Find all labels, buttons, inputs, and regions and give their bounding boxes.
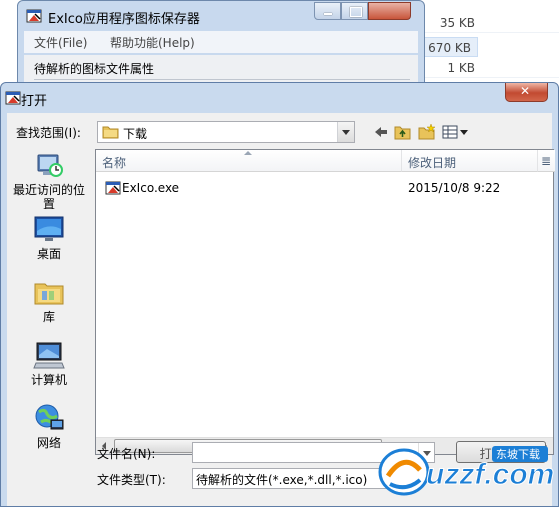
file-size: 35 KB bbox=[439, 16, 475, 30]
network-icon bbox=[35, 404, 64, 430]
exico-app-icon bbox=[5, 91, 21, 105]
look-in-label: 查找范围(I): bbox=[16, 126, 81, 140]
panel-label: 待解析的图标文件属性 bbox=[34, 62, 155, 76]
uzzf-watermark-logo: uzzf.com 东坡下载 bbox=[378, 446, 554, 496]
view-menu-icon[interactable] bbox=[441, 123, 469, 141]
app-window-title: ExIco应用程序图标保存器 bbox=[48, 12, 200, 27]
sort-ascending-icon bbox=[244, 151, 252, 155]
place-libraries[interactable]: 库 bbox=[9, 276, 89, 324]
place-recent[interactable]: 最近访问的位置 bbox=[9, 149, 89, 211]
divider bbox=[34, 79, 410, 80]
watermark-brand: uzzf.com bbox=[426, 458, 554, 491]
filetype-value: 待解析的文件(*.exe,*.dll,*.ico) bbox=[196, 473, 368, 487]
back-arrow-icon[interactable] bbox=[371, 123, 391, 141]
dialog-titlebar: 打开 bbox=[1, 83, 558, 113]
dialog-close-button[interactable] bbox=[505, 83, 548, 102]
menu-file[interactable]: 文件(File) bbox=[34, 34, 87, 51]
filename-label: 文件名(N): bbox=[97, 447, 156, 461]
place-label: 计算机 bbox=[30, 373, 67, 387]
chevron-down-icon[interactable] bbox=[337, 122, 354, 142]
place-network[interactable]: 网络 bbox=[9, 402, 89, 450]
exico-app-window: ExIco应用程序图标保存器 文件(File) 帮助功能(Help) 待解析的图… bbox=[17, 0, 425, 91]
exico-app-icon bbox=[105, 181, 121, 195]
folder-icon bbox=[102, 126, 119, 139]
background-row-selected: 670 KB bbox=[424, 37, 478, 57]
place-computer[interactable]: 计算机 bbox=[9, 339, 89, 387]
file-name: ExIco.exe bbox=[122, 181, 180, 195]
libraries-icon bbox=[34, 283, 64, 305]
column-header-date[interactable]: 修改日期 bbox=[402, 150, 538, 172]
column-header-more[interactable]: ≣ bbox=[538, 150, 555, 172]
background-row: 1 KB bbox=[424, 58, 559, 78]
app-menubar: 文件(File) 帮助功能(Help) bbox=[24, 31, 418, 53]
app-titlebar: ExIco应用程序图标保存器 bbox=[18, 1, 424, 29]
new-folder-icon[interactable] bbox=[417, 123, 437, 141]
file-date: 2015/10/8 9:22 bbox=[408, 181, 501, 195]
menu-help[interactable]: 帮助功能(Help) bbox=[110, 34, 195, 51]
place-label: 库 bbox=[42, 310, 55, 324]
filetype-select[interactable]: 待解析的文件(*.exe,*.dll,*.ico) bbox=[192, 468, 392, 489]
file-size: 1 KB bbox=[447, 61, 475, 75]
file-list: 名称 修改日期 ≣ ExIco.exe 2015/10/8 9:22 bbox=[95, 149, 555, 455]
watermark-badge: 东坡下载 bbox=[496, 448, 540, 461]
dialog-title: 打开 bbox=[21, 94, 48, 109]
filetype-label: 文件类型(T): bbox=[97, 473, 166, 487]
look-in-combobox[interactable]: 下载 bbox=[97, 121, 355, 143]
computer-icon bbox=[33, 342, 65, 369]
file-size: 670 KB bbox=[428, 41, 471, 55]
column-header-name[interactable]: 名称 bbox=[96, 150, 402, 172]
desktop-icon bbox=[34, 216, 64, 241]
up-folder-icon[interactable] bbox=[393, 123, 413, 141]
file-row[interactable]: ExIco.exe 2015/10/8 9:22 bbox=[96, 178, 555, 198]
minimize-button[interactable] bbox=[314, 2, 341, 20]
background-row: 35 KB bbox=[424, 13, 559, 33]
place-desktop[interactable]: 桌面 bbox=[9, 213, 89, 261]
maximize-button[interactable] bbox=[341, 2, 368, 20]
app-close-button[interactable] bbox=[368, 2, 411, 20]
place-label: 网络 bbox=[36, 436, 61, 450]
place-label: 桌面 bbox=[36, 247, 61, 261]
recent-places-icon bbox=[37, 154, 63, 177]
place-label: 最近访问的位置 bbox=[12, 183, 85, 211]
exico-app-icon bbox=[26, 9, 42, 23]
look-in-value: 下载 bbox=[123, 127, 148, 141]
